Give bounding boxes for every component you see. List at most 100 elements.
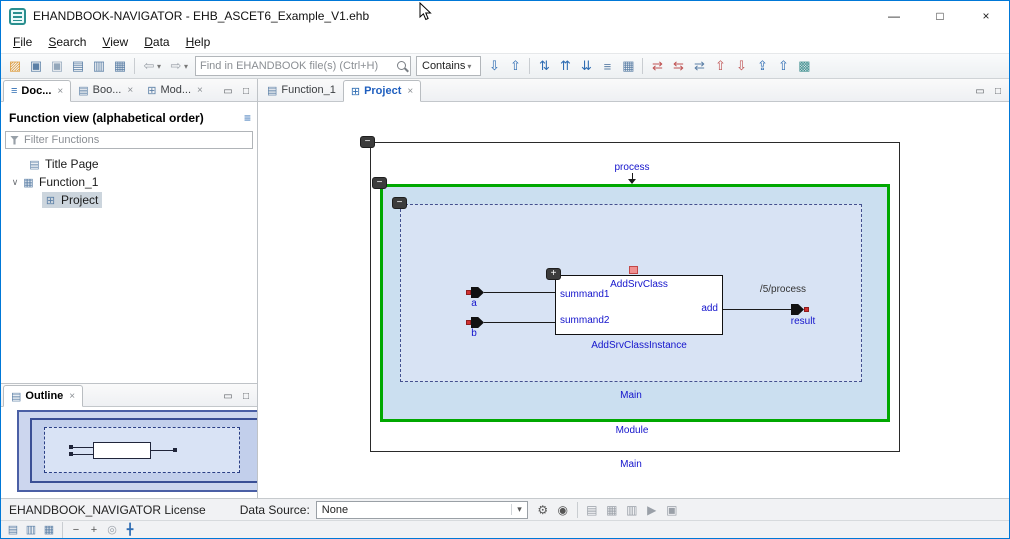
back-icon[interactable]: ⇦	[139, 56, 159, 76]
port-marker	[466, 290, 471, 295]
menu-help[interactable]: Help	[178, 32, 219, 52]
minimize-panel-icon[interactable]: ▭	[221, 391, 235, 402]
tab-book-view[interactable]: ▤ Boo... ×	[71, 79, 140, 101]
panel-buttons: ▭ □	[973, 86, 1009, 101]
prev-change-icon[interactable]: ⇧	[710, 56, 730, 76]
result-label: result	[790, 316, 816, 327]
collapse-outer-button[interactable]: −	[360, 136, 375, 148]
result-port[interactable]	[791, 304, 809, 315]
diff-all-icon[interactable]: ⇄	[689, 56, 709, 76]
datasource-dropdown[interactable]: None ▾	[315, 500, 528, 519]
print-icon[interactable]: ▤	[68, 56, 88, 76]
stop-icon[interactable]: ▣	[663, 501, 681, 519]
visibility-icon[interactable]: ◉	[554, 501, 572, 519]
settings-icon[interactable]: ⚙	[534, 501, 552, 519]
next-change-icon[interactable]: ⇩	[731, 56, 751, 76]
summand1-label: summand1	[560, 289, 610, 300]
add-output-label: add	[701, 303, 718, 314]
diff-next-icon[interactable]: ⇆	[668, 56, 688, 76]
collapse-inner-button[interactable]: −	[392, 197, 407, 209]
tab-label: Project	[364, 85, 402, 97]
maximize-button[interactable]: □	[917, 1, 963, 31]
contains-label: Contains	[422, 60, 466, 72]
minimize-panel-icon[interactable]: ▭	[221, 86, 235, 97]
layout-split-icon[interactable]: ▥	[23, 522, 39, 537]
tree-item-title-page[interactable]: ▤ Title Page	[1, 155, 257, 173]
zoom-in-icon[interactable]: +	[86, 522, 102, 537]
outline-thumbnail[interactable]	[1, 407, 257, 498]
tab-document-view[interactable]: ≡ Doc... ×	[3, 80, 72, 102]
panel-buttons: ▭ □	[221, 391, 257, 406]
input-port-b[interactable]	[466, 317, 484, 328]
close-tab-icon[interactable]: ×	[69, 391, 75, 402]
contains-caret-icon: ▾	[467, 61, 472, 71]
collapse-module-button[interactable]: −	[372, 177, 387, 189]
close-tab-icon[interactable]: ×	[197, 85, 203, 96]
chevron-down-icon[interactable]: ∨	[9, 177, 21, 188]
layout-grid-icon[interactable]: ▦	[41, 522, 57, 537]
table-view-icon[interactable]: ▦	[618, 56, 638, 76]
filter-functions-field[interactable]: Filter Functions	[5, 131, 253, 149]
maximize-panel-icon[interactable]: □	[991, 86, 1005, 97]
book-view-icon: ▤	[78, 84, 89, 97]
summary-icon[interactable]: ▦	[603, 501, 621, 519]
layout-single-icon[interactable]: ▤	[5, 522, 21, 537]
expand-all-icon[interactable]: ⇊	[576, 56, 596, 76]
port-a-label: a	[471, 298, 477, 309]
back-dropdown-icon[interactable]: ▾	[157, 62, 165, 71]
search-icon[interactable]	[395, 59, 410, 74]
menu-view[interactable]: View	[94, 32, 136, 52]
contains-dropdown[interactable]: Contains ▾	[416, 56, 482, 76]
matrix-icon[interactable]: ▩	[794, 56, 814, 76]
input-port-a[interactable]	[466, 287, 484, 298]
forward-icon[interactable]: ⇨	[166, 56, 186, 76]
fit-screen-icon[interactable]: ╋	[122, 522, 138, 537]
menu-search[interactable]: Search	[40, 32, 94, 52]
save-all-icon[interactable]: ▣	[47, 56, 67, 76]
promote-icon[interactable]: ⇪	[752, 56, 772, 76]
thumb-line	[151, 450, 173, 451]
tree-item-project[interactable]: ⊞ Project	[1, 191, 257, 209]
diagram-canvas[interactable]: − process − − a b + AddSrvClass summand1…	[258, 102, 1009, 498]
next-match-icon[interactable]: ⇩	[484, 56, 504, 76]
tree-item-function-1[interactable]: ∨ ▦ Function_1	[1, 173, 257, 191]
menu-file[interactable]: File	[5, 32, 40, 52]
prev-match-icon[interactable]: ⇧	[505, 56, 525, 76]
tab-model-view[interactable]: ⊞ Mod... ×	[140, 79, 210, 101]
open-icon[interactable]: ▨	[5, 56, 25, 76]
close-tab-icon[interactable]: ×	[57, 86, 63, 97]
probe-icon[interactable]: ◎	[104, 522, 120, 537]
function-tree: ▤ Title Page ∨ ▦ Function_1 ⊞ Project	[1, 152, 257, 209]
bottombar-separator	[62, 521, 63, 538]
minimize-button[interactable]: —	[871, 1, 917, 31]
forward-dropdown-icon[interactable]: ▾	[184, 62, 192, 71]
find-input[interactable]	[196, 60, 395, 72]
tab-project[interactable]: ⊞ Project ×	[342, 80, 422, 102]
copy-icon[interactable]: ▦	[110, 56, 130, 76]
diagram-icon: ⊞	[45, 194, 56, 207]
zoom-out-icon[interactable]: −	[68, 522, 84, 537]
tree-item-label: Project	[61, 193, 99, 207]
close-tab-icon[interactable]: ×	[127, 85, 133, 96]
save-icon[interactable]: ▣	[26, 56, 46, 76]
report-icon[interactable]: ▤	[583, 501, 601, 519]
collapse-all-icon[interactable]: ⇈	[555, 56, 575, 76]
close-tab-icon[interactable]: ×	[407, 86, 413, 97]
demote-icon[interactable]: ⇧	[773, 56, 793, 76]
maximize-panel-icon[interactable]: □	[239, 391, 253, 402]
link-editor-icon[interactable]: ⇅	[534, 56, 554, 76]
export-table-icon[interactable]: ▥	[623, 501, 641, 519]
sort-icon[interactable]: ≡	[244, 111, 251, 125]
tree-item-label: Function_1	[39, 175, 99, 189]
menu-data[interactable]: Data	[136, 32, 177, 52]
tab-function-1[interactable]: ▤ Function_1	[260, 79, 343, 101]
list-view-icon[interactable]: ≡	[597, 56, 617, 76]
close-button[interactable]: ×	[963, 1, 1009, 31]
app-icon	[9, 7, 26, 25]
export-icon[interactable]: ▥	[89, 56, 109, 76]
diff-prev-icon[interactable]: ⇄	[647, 56, 667, 76]
minimize-panel-icon[interactable]: ▭	[973, 86, 987, 97]
run-icon[interactable]: ▶	[643, 501, 661, 519]
maximize-panel-icon[interactable]: □	[239, 86, 253, 97]
tab-outline[interactable]: ▤ Outline ×	[3, 385, 84, 407]
